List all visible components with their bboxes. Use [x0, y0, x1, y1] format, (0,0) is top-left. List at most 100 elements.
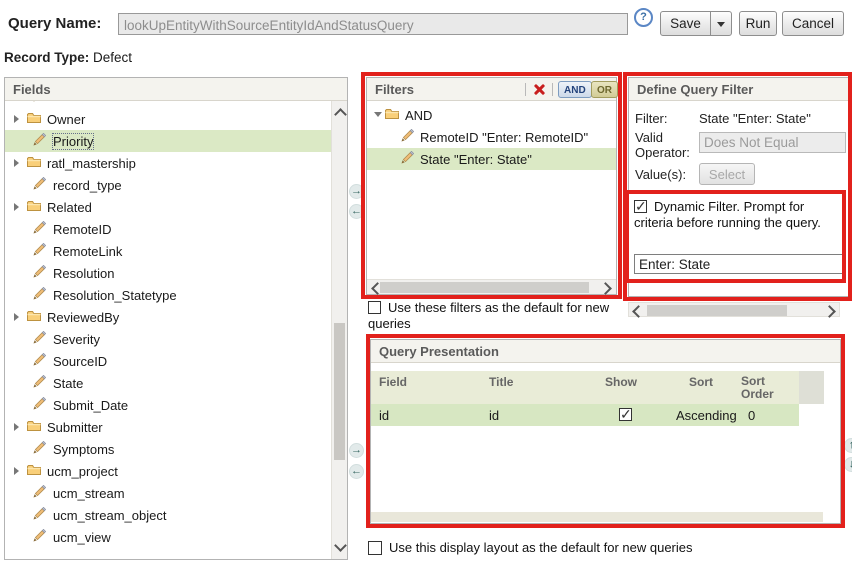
move-right-button[interactable]: → [349, 184, 364, 199]
scrollbar-thumb[interactable] [647, 305, 787, 316]
pencil-icon [33, 287, 46, 300]
field-tree-item-symptoms[interactable]: Symptoms [5, 438, 331, 460]
scroll-right-icon[interactable] [599, 282, 612, 295]
field-tree-item-ratl-mastership[interactable]: ratl_mastership [5, 152, 331, 174]
show-checkbox[interactable] [619, 408, 632, 421]
field-tree-item-submitter[interactable]: Submitter [5, 416, 331, 438]
filter-node-state[interactable]: State "Enter: State" [367, 148, 616, 170]
valid-operator-label: Valid Operator: [635, 130, 697, 160]
expand-icon[interactable] [14, 313, 19, 321]
move-up-button[interactable]: ↑ [844, 438, 852, 453]
field-tree-item-ucm-project[interactable]: ucm_project [5, 460, 331, 482]
field-tree-item-partial[interactable] [5, 101, 331, 108]
save-button[interactable]: Save [660, 11, 711, 36]
cell-sort: Ascending [676, 408, 737, 423]
field-tree-item-record-type[interactable]: record_type [5, 174, 331, 196]
move-left-button[interactable]: ← [349, 204, 364, 219]
expand-icon[interactable] [14, 467, 19, 475]
dynamic-prompt-input[interactable] [634, 254, 844, 274]
column-header-field: Field [379, 375, 407, 389]
field-label: Submitter [47, 420, 103, 435]
field-label: Related [47, 200, 92, 215]
field-tree-item-state[interactable]: State [5, 372, 331, 394]
expand-icon[interactable] [14, 203, 19, 211]
fields-vertical-scrollbar[interactable] [331, 101, 347, 559]
field-label: ratl_mastership [47, 156, 136, 171]
field-tree-item-sourceid[interactable]: SourceID [5, 350, 331, 372]
filters-panel-title: Filters [375, 82, 414, 97]
field-tree-item-reviewedby[interactable]: ReviewedBy [5, 306, 331, 328]
column-header-show: Show [605, 375, 637, 389]
filters-default-checkbox-label: Use these filters as the default for new… [368, 300, 609, 331]
field-tree-item-related[interactable]: Related [5, 196, 331, 218]
field-tree-item-severity[interactable]: Severity [5, 328, 331, 350]
pencil-icon [33, 529, 46, 542]
presentation-table-row[interactable]: id id Ascending 0 [371, 404, 799, 426]
dynamic-filter-label: Dynamic Filter. Prompt for criteria befo… [634, 199, 821, 230]
field-label: Resolution_Statetype [53, 288, 177, 303]
collapse-icon[interactable] [374, 112, 382, 117]
scroll-left-icon[interactable] [632, 305, 645, 318]
pencil-icon [33, 101, 46, 102]
field-label: Resolution [53, 266, 114, 281]
folder-icon [27, 419, 41, 432]
select-values-button[interactable]: Select [699, 163, 755, 185]
pencil-icon [33, 353, 46, 366]
expand-icon[interactable] [14, 159, 19, 167]
and-operator-button[interactable]: AND [558, 81, 592, 98]
scroll-down-icon[interactable] [334, 539, 347, 552]
run-button[interactable]: Run [739, 11, 777, 36]
filter-node-remoteid[interactable]: RemoteID "Enter: RemoteID" [367, 126, 616, 148]
field-tree-item-resolution-statetype[interactable]: Resolution_Statetype [5, 284, 331, 306]
pencil-icon [33, 397, 46, 410]
filter-node-and[interactable]: AND [367, 104, 616, 126]
query-name-input[interactable] [118, 13, 628, 35]
presentation-default-checkbox[interactable] [368, 541, 382, 555]
scrollbar-thumb[interactable] [380, 282, 589, 293]
save-menu-button[interactable] [710, 11, 732, 36]
filter-node-label: AND [405, 108, 432, 123]
field-tree-item-ucm-stream[interactable]: ucm_stream [5, 482, 331, 504]
presentation-default-checkbox-row: Use this display layout as the default f… [368, 540, 828, 556]
define-filter-horizontal-scrollbar[interactable] [628, 302, 840, 317]
record-type-line: Record Type: Defect [4, 50, 132, 65]
field-tree-item-ucm-view[interactable]: ucm_view [5, 526, 331, 548]
field-label: State [53, 376, 83, 391]
field-label: Submit_Date [53, 398, 128, 413]
delete-filter-icon[interactable] [533, 83, 546, 96]
cancel-button[interactable]: Cancel [782, 11, 844, 36]
fields-panel: Fields Owner Priority [4, 77, 348, 560]
filter-node-label: State "Enter: State" [420, 152, 532, 167]
field-tree-item-priority[interactable]: Priority [5, 130, 331, 152]
field-label: ucm_view [53, 530, 111, 545]
field-tree-item-ucm-stream-object[interactable]: ucm_stream_object [5, 504, 331, 526]
filters-default-checkbox[interactable] [368, 301, 381, 314]
filters-default-checkbox-row: Use these filters as the default for new… [368, 300, 622, 332]
cell-field: id [379, 408, 389, 423]
or-operator-button[interactable]: OR [591, 81, 618, 98]
pencil-icon [401, 151, 414, 164]
query-name-label: Query Name: [8, 15, 101, 32]
expand-icon[interactable] [14, 115, 19, 123]
expand-icon[interactable] [14, 423, 19, 431]
column-header-sort-order: Sort Order [741, 375, 783, 401]
move-down-button[interactable]: ↓ [844, 457, 852, 472]
move-left-button-presentation[interactable]: ← [349, 464, 364, 479]
dynamic-filter-checkbox[interactable] [634, 200, 647, 213]
scrollbar-thumb[interactable] [334, 323, 345, 460]
scroll-right-icon[interactable] [823, 305, 836, 318]
field-tree-item-remotelink[interactable]: RemoteLink [5, 240, 331, 262]
folder-icon [27, 199, 41, 212]
valid-operator-input[interactable] [699, 132, 846, 153]
filters-horizontal-scrollbar[interactable] [367, 279, 616, 294]
field-tree-item-owner[interactable]: Owner [5, 108, 331, 130]
field-tree-item-remoteid[interactable]: RemoteID [5, 218, 331, 240]
column-header-sort: Sort [689, 375, 713, 389]
move-right-button-presentation[interactable]: → [349, 443, 364, 458]
pencil-icon [33, 177, 46, 190]
help-icon[interactable]: ? [634, 8, 653, 27]
field-label: ucm_project [47, 464, 118, 479]
field-tree-item-resolution[interactable]: Resolution [5, 262, 331, 284]
field-tree-item-submit-date[interactable]: Submit_Date [5, 394, 331, 416]
scroll-up-icon[interactable] [334, 108, 347, 121]
